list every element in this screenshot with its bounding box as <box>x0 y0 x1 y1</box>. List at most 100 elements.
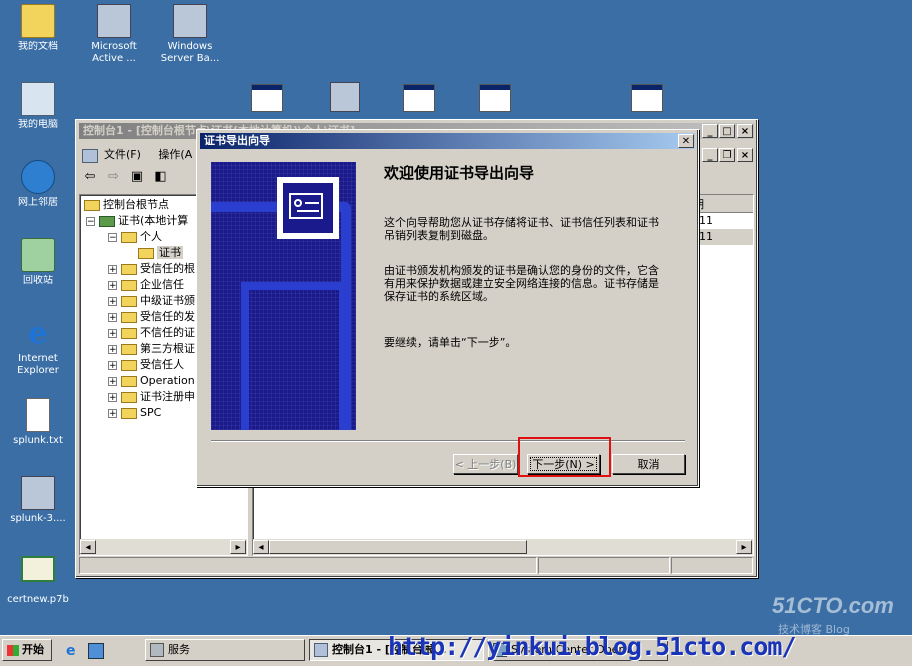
tree-item[interactable]: + 中级证书颁 <box>108 293 195 308</box>
certificate-snapin-icon <box>99 215 115 227</box>
folder-icon <box>21 4 55 38</box>
desktop-icon-my-documents[interactable]: 我的文档 <box>2 4 74 53</box>
tree-personal-certs[interactable]: 证书 <box>138 245 183 260</box>
tree-item[interactable]: + 企业信任 <box>108 277 184 292</box>
open-folder-icon <box>138 247 154 259</box>
folder-icon <box>121 263 137 275</box>
installer-icon <box>97 4 131 38</box>
folder-icon <box>121 295 137 307</box>
folder-icon <box>121 311 137 323</box>
wizard-heading: 欢迎使用证书导出向导 <box>384 164 535 182</box>
up-folder-icon[interactable]: ▣ <box>127 168 147 186</box>
computer-icon <box>21 82 55 116</box>
desktop-icon-recycle-bin[interactable]: 回收站 <box>2 238 74 287</box>
scroll-right-arrow-icon[interactable]: ▸ <box>230 540 246 554</box>
start-button[interactable]: 开始 <box>2 639 52 661</box>
wizard-banner-image <box>211 162 356 430</box>
recycle-bin-icon <box>21 238 55 272</box>
tree-item[interactable]: + 受信任的发 <box>108 309 195 324</box>
watermark-site: 51CTO.com <box>772 593 894 618</box>
installer-shortcut-icon[interactable] <box>330 82 360 112</box>
tree-item[interactable]: + Operation <box>108 373 195 388</box>
console-icon <box>314 643 328 657</box>
desktop-icon-splunk-installer[interactable]: splunk-3.... <box>2 476 74 525</box>
window-shortcut-icon[interactable] <box>403 84 435 112</box>
folder-icon <box>121 343 137 355</box>
desktop-icon-splunk-txt[interactable]: splunk.txt <box>2 398 74 447</box>
console-app-icon <box>82 149 98 163</box>
forward-arrow-icon[interactable]: ⇨ <box>104 168 124 186</box>
maximize-button[interactable]: □ <box>719 124 735 138</box>
tree-item[interactable]: + 第三方根证 <box>108 341 195 356</box>
window-shortcut-icon[interactable] <box>251 84 283 112</box>
desktop-icon-windows-server-backup[interactable]: Windows Server Ba... <box>154 4 226 65</box>
tree-item[interactable]: + 受信任的根 <box>108 261 195 276</box>
minimize-button[interactable]: _ <box>702 124 718 138</box>
tree-item[interactable]: + 证书注册申 <box>108 389 195 404</box>
desktop-quicklaunch-icon[interactable] <box>88 643 104 659</box>
ie-quicklaunch-icon[interactable]: e <box>66 643 76 659</box>
back-button[interactable]: < 上一步(B) <box>453 454 518 474</box>
wizard-paragraph-1: 这个向导帮助您从证书存储将证书、证书信任列表和证书吊销列表复制到磁盘。 <box>384 216 659 242</box>
wizard-close-button[interactable]: ✕ <box>678 134 694 148</box>
scroll-left-arrow-icon[interactable]: ◂ <box>253 540 269 554</box>
scroll-right-arrow-icon[interactable]: ▸ <box>736 540 752 554</box>
folder-icon <box>121 391 137 403</box>
installer-icon <box>173 4 207 38</box>
collapse-icon[interactable]: − <box>108 232 117 242</box>
tree-item[interactable]: + 不信任的证 <box>108 325 195 340</box>
desktop-icon-my-computer[interactable]: 我的电脑 <box>2 82 74 131</box>
window-shortcut-icon[interactable] <box>631 84 663 112</box>
tree-personal[interactable]: − 个人 <box>108 229 162 244</box>
menu-bar: 文件(F) 操作(A <box>82 146 206 164</box>
highlight-box <box>518 437 611 477</box>
tree-item[interactable]: + SPC <box>108 405 161 420</box>
windows-logo-icon <box>7 644 19 656</box>
taskbar-button-services[interactable]: 服务 <box>145 639 305 661</box>
desktop-icon-certnew[interactable]: certnew.p7b <box>2 556 74 606</box>
watermark-url: http://yinkui.blog.51cto.com/ <box>388 632 796 661</box>
folder-icon <box>121 359 137 371</box>
menu-file[interactable]: 文件(F) <box>104 148 141 161</box>
separator <box>211 440 685 442</box>
status-bar-pane <box>79 557 537 574</box>
wizard-dialog: 证书导出向导 ✕ 欢迎使用证书导出向导 这个向导帮助您从证书存储将证书、证书信任… <box>196 129 699 487</box>
window-shortcut-icon[interactable] <box>479 84 511 112</box>
tree-cert-store[interactable]: − 证书(本地计算 <box>86 213 188 228</box>
tree-item[interactable]: + 受信任人 <box>108 357 184 372</box>
desktop-icon-internet-explorer[interactable]: e Internet Explorer <box>2 318 74 377</box>
show-tree-icon[interactable]: ◧ <box>151 168 171 186</box>
folder-icon <box>121 407 137 419</box>
text-file-icon <box>26 398 50 432</box>
folder-icon <box>121 279 137 291</box>
scroll-thumb[interactable] <box>269 540 527 554</box>
inner-minimize-button[interactable]: _ <box>702 148 718 162</box>
status-bar-pane <box>538 557 670 574</box>
close-button[interactable]: × <box>737 124 753 138</box>
desktop-icon-microsoft-active[interactable]: Microsoft Active ... <box>78 4 150 65</box>
wizard-paragraph-2: 由证书颁发机构颁发的证书是确认您的身份的文件，它含有用来保护数据或建立安全网络连… <box>384 264 659 303</box>
folder-icon <box>121 231 137 243</box>
menu-action[interactable]: 操作(A <box>158 148 192 161</box>
inner-close-button[interactable]: × <box>737 148 753 162</box>
tree-horizontal-scrollbar[interactable]: ◂ ▸ <box>80 539 247 555</box>
folder-icon <box>121 375 137 387</box>
installer-icon <box>21 476 55 510</box>
cancel-button[interactable]: 取消 <box>612 454 685 474</box>
collapse-icon[interactable]: − <box>86 216 95 226</box>
back-arrow-icon[interactable]: ⇦ <box>80 168 100 186</box>
certificate-file-icon <box>21 556 55 582</box>
wizard-paragraph-3: 要继续，请单击“下一步”。 <box>384 336 517 349</box>
tree-root[interactable]: 控制台根节点 <box>84 197 169 212</box>
scroll-left-arrow-icon[interactable]: ◂ <box>80 540 96 554</box>
wizard-title: 证书导出向导 <box>204 134 270 147</box>
list-horizontal-scrollbar[interactable]: ◂ ▸ <box>253 539 753 555</box>
wizard-title-bar[interactable]: 证书导出向导 <box>200 133 695 149</box>
inner-restore-button[interactable]: ❐ <box>719 148 735 162</box>
desktop-icon-network-places[interactable]: 网上邻居 <box>2 160 74 209</box>
status-bar-pane <box>671 557 753 574</box>
certificate-icon <box>277 177 339 239</box>
folder-icon <box>121 327 137 339</box>
toolbar: ⇦ ⇨ ▣ ◧ <box>80 168 200 190</box>
internet-explorer-icon: e <box>28 316 48 351</box>
